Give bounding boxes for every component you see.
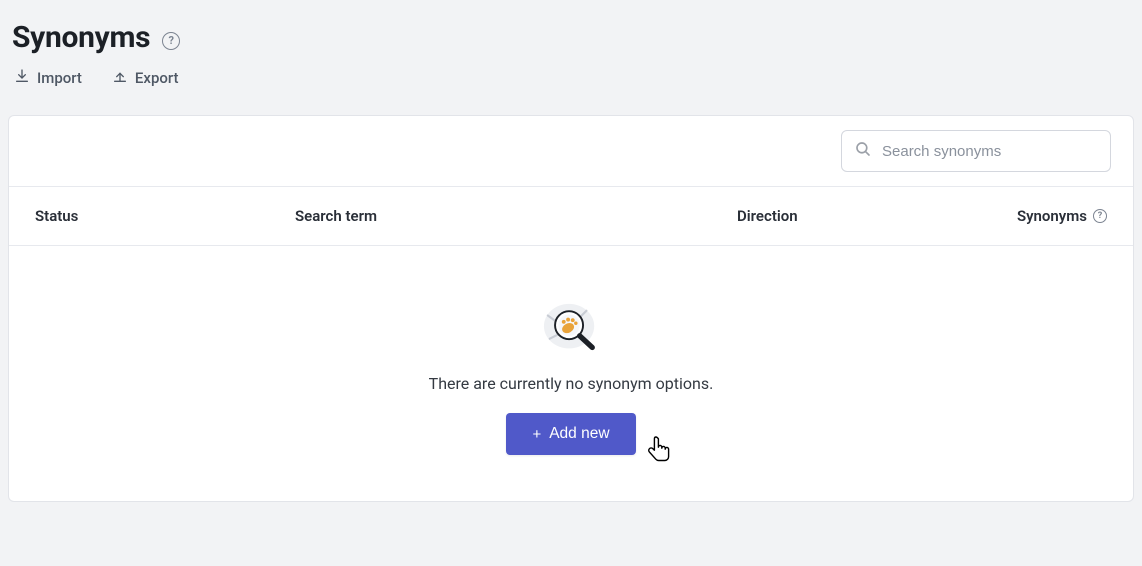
column-direction: Direction: [737, 207, 977, 225]
import-button[interactable]: Import: [14, 67, 82, 89]
search-input[interactable]: [882, 143, 1098, 160]
upload-icon: [112, 67, 128, 89]
column-status: Status: [35, 207, 295, 225]
help-icon[interactable]: ?: [162, 32, 180, 50]
cursor-pointer-icon: [648, 435, 672, 467]
magnifier-footprint-icon: [542, 302, 600, 354]
plus-icon: +: [532, 427, 541, 442]
column-search-term: Search term: [295, 207, 737, 225]
synonyms-panel: Status Search term Direction Synonyms ?: [8, 115, 1134, 502]
download-icon: [14, 67, 30, 89]
help-icon[interactable]: ?: [1093, 209, 1107, 223]
search-icon: [854, 140, 872, 162]
empty-state: There are currently no synonym options. …: [9, 246, 1133, 501]
import-label: Import: [37, 69, 82, 87]
export-label: Export: [135, 69, 179, 87]
page-title: Synonyms: [12, 20, 150, 55]
column-synonyms-label: Synonyms: [1017, 207, 1087, 225]
export-button[interactable]: Export: [112, 67, 179, 89]
column-synonyms: Synonyms ?: [977, 207, 1107, 225]
table-header: Status Search term Direction Synonyms ?: [9, 187, 1133, 246]
empty-message: There are currently no synonym options.: [429, 374, 714, 393]
search-box[interactable]: [841, 130, 1111, 172]
add-new-label: Add new: [549, 425, 609, 443]
add-new-button[interactable]: + Add new: [506, 413, 635, 455]
